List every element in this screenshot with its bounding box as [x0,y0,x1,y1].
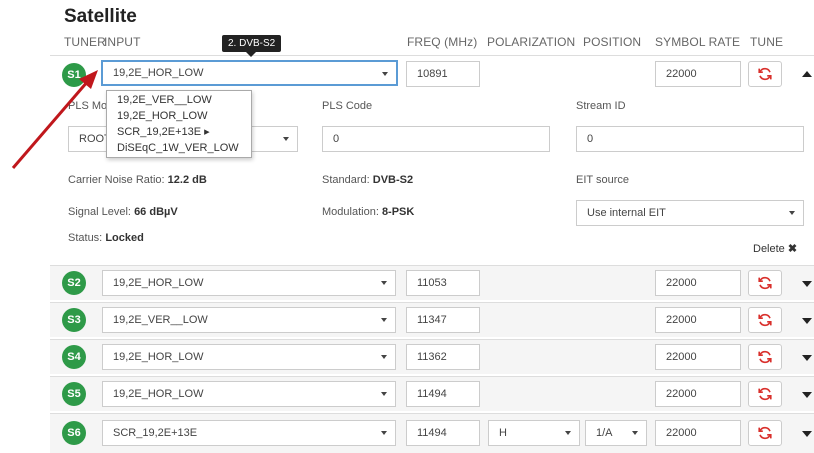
annotation-arrow [11,70,98,169]
